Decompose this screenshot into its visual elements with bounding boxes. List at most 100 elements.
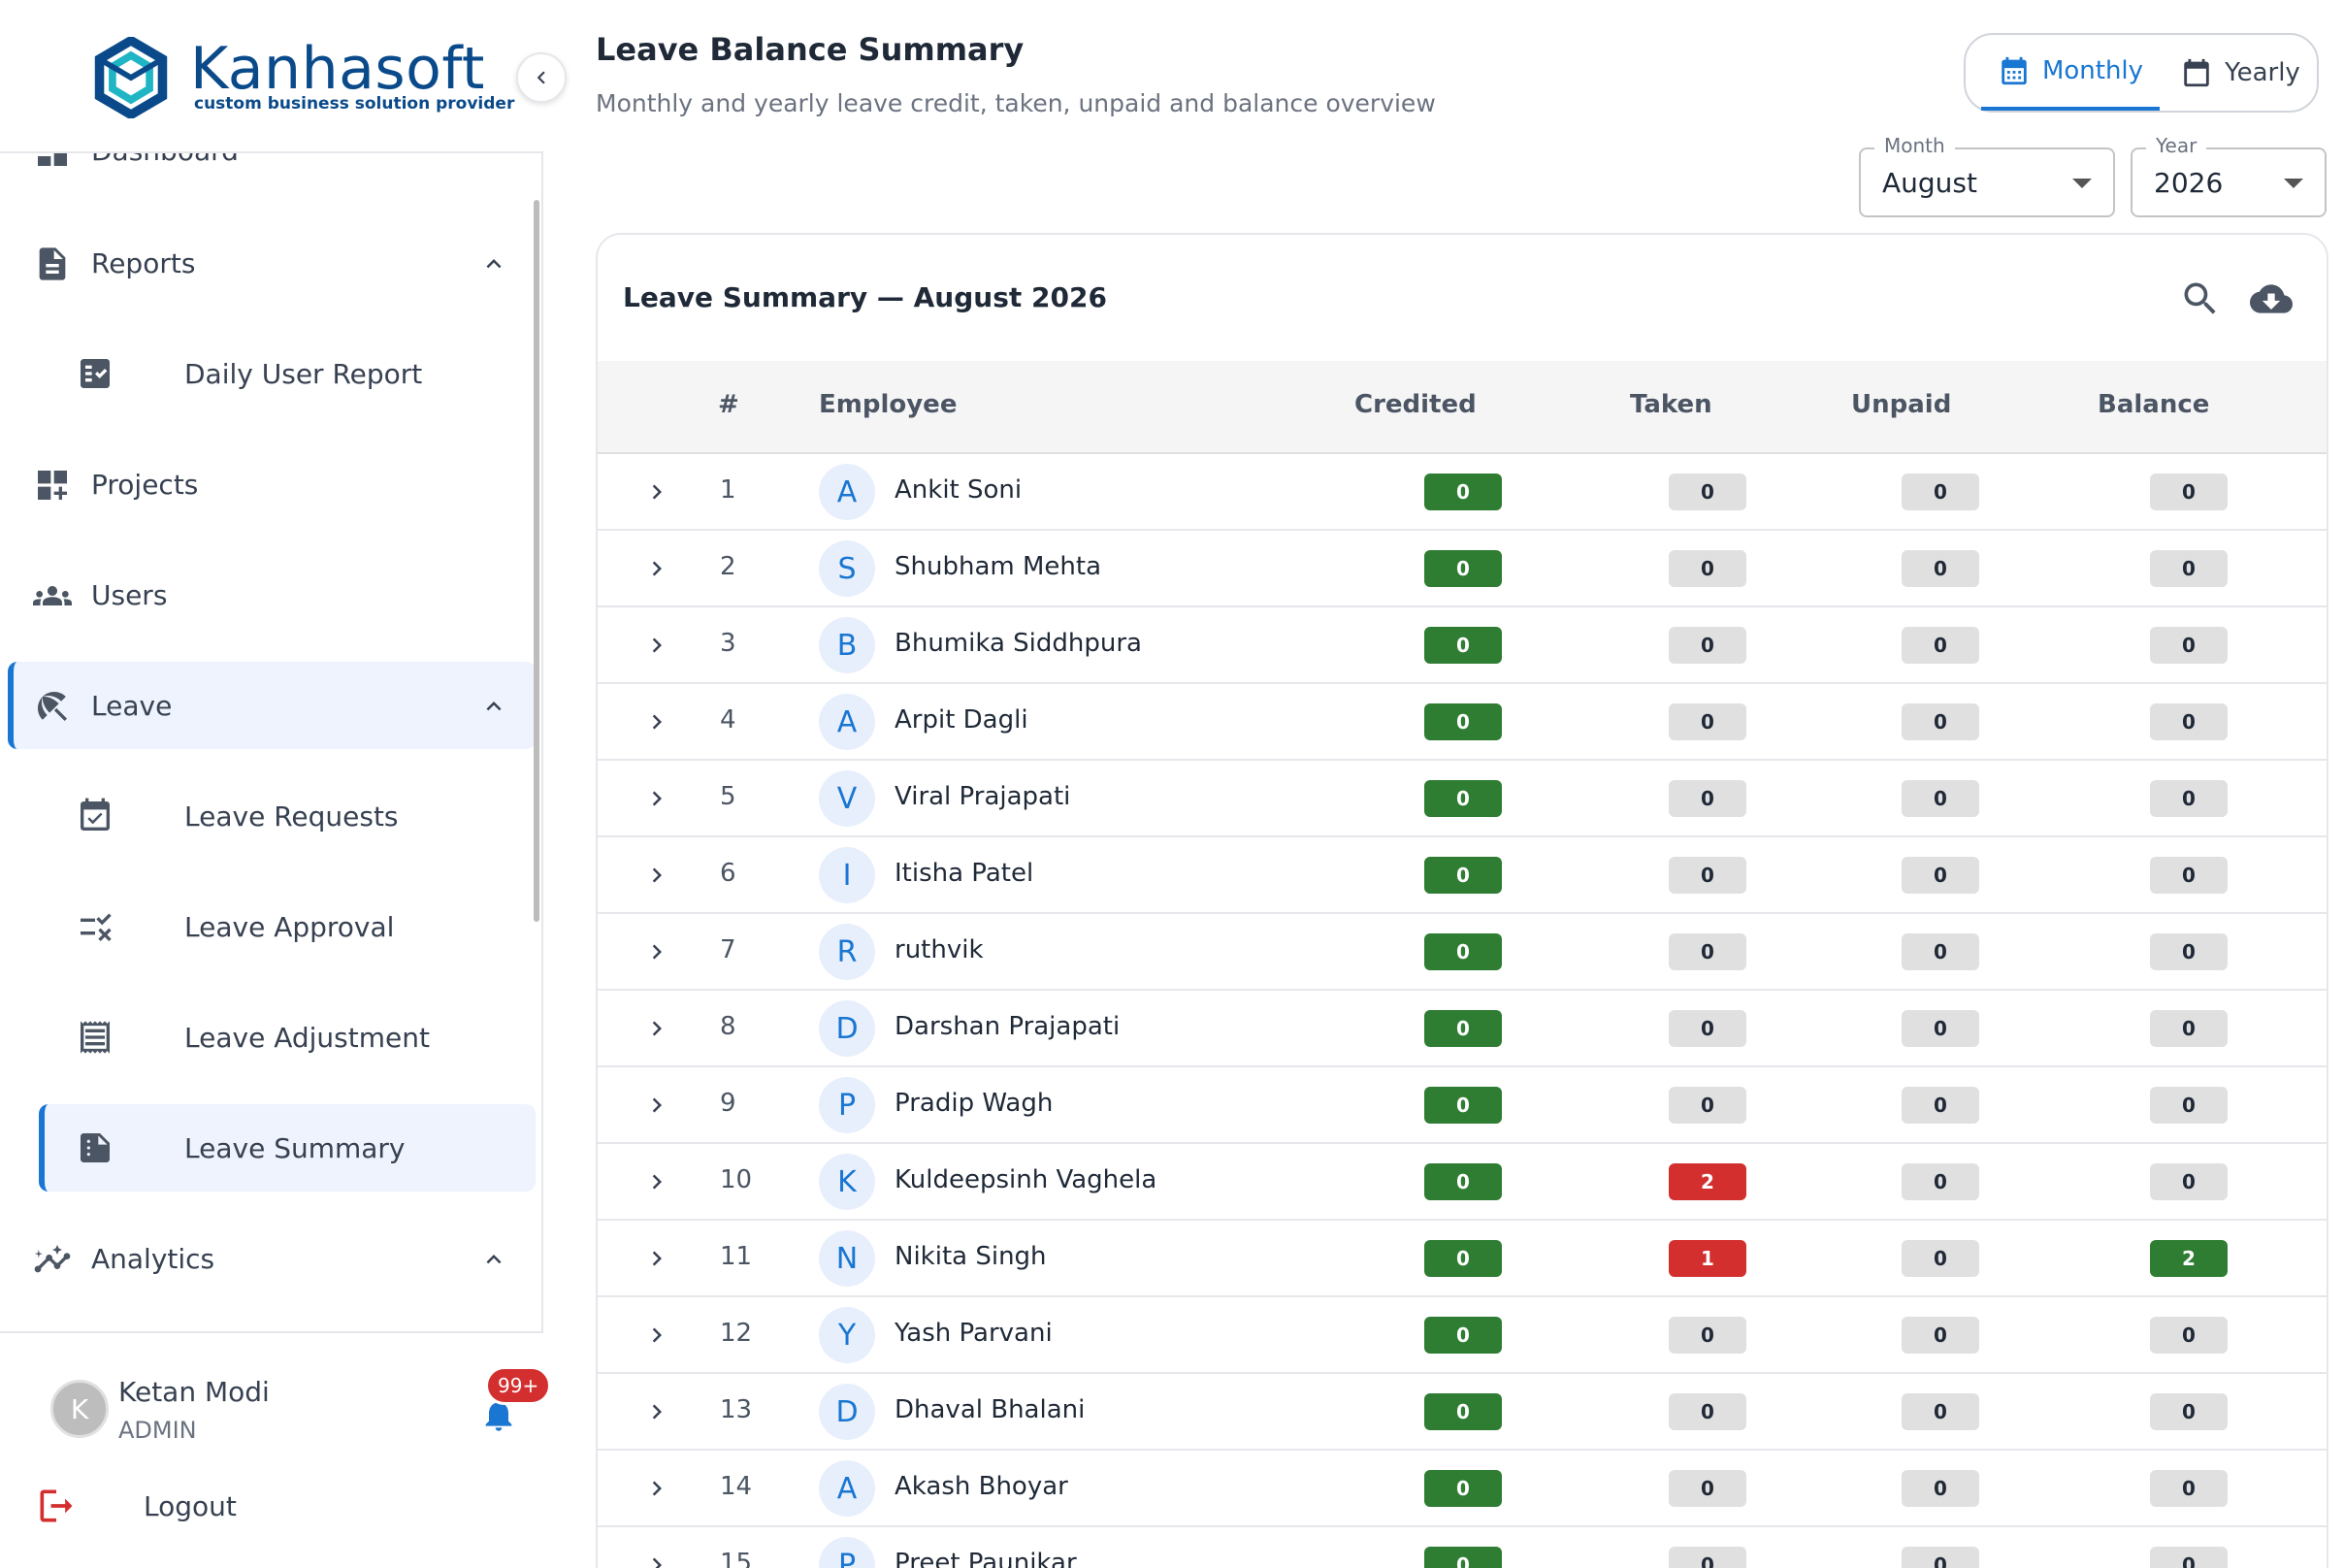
col-unpaid[interactable]: Unpaid bbox=[1851, 390, 1951, 419]
chevron-right-icon[interactable] bbox=[642, 1474, 671, 1503]
table-row[interactable]: 11 N Nikita Singh 0 1 0 2 bbox=[598, 1221, 2327, 1297]
sidebar-item-daily-user-report[interactable]: Daily User Report bbox=[39, 330, 536, 417]
credited-chip: 0 bbox=[1424, 1240, 1502, 1277]
table-row[interactable]: 12 Y Yash Parvani 0 0 0 0 bbox=[598, 1297, 2327, 1374]
sidebar-item-projects[interactable]: Projects bbox=[8, 441, 536, 528]
chevron-up-icon[interactable] bbox=[479, 692, 508, 721]
year-select[interactable]: Year 2026 bbox=[2131, 134, 2327, 217]
table-row[interactable]: 4 A Arpit Dagli 0 0 0 0 bbox=[598, 684, 2327, 761]
chevron-right-icon[interactable] bbox=[642, 1321, 671, 1350]
sidebar-scrollbar[interactable] bbox=[534, 200, 539, 922]
user-name: Ketan Modi bbox=[118, 1376, 270, 1408]
sidebar-item-label: Users bbox=[91, 578, 168, 611]
sidebar-item-leave-requests[interactable]: Leave Requests bbox=[39, 772, 536, 860]
chevron-right-icon[interactable] bbox=[642, 784, 671, 813]
row-number: 3 bbox=[720, 629, 736, 658]
leave-summary-card: Leave Summary — August 2026 # Employee C… bbox=[596, 233, 2328, 1568]
col-balance[interactable]: Balance bbox=[2098, 390, 2209, 419]
unpaid-chip: 0 bbox=[1902, 474, 1979, 510]
monthly-toggle-button[interactable]: Monthly bbox=[1981, 35, 2160, 111]
cloud-download-icon[interactable] bbox=[2247, 278, 2295, 320]
year-value: 2026 bbox=[2154, 167, 2224, 199]
table-row[interactable]: 13 D Dhaval Bhalani 0 0 0 0 bbox=[598, 1374, 2327, 1451]
balance-chip: 2 bbox=[2150, 1240, 2228, 1277]
unpaid-chip: 0 bbox=[1902, 1317, 1979, 1354]
chevron-up-icon[interactable] bbox=[479, 1245, 508, 1274]
sidebar-collapse-button[interactable] bbox=[516, 52, 567, 103]
sidebar-item-label: Daily User Report bbox=[184, 357, 423, 390]
chevron-right-icon[interactable] bbox=[642, 1014, 671, 1043]
year-label: Year bbox=[2146, 134, 2207, 157]
chevron-right-icon[interactable] bbox=[642, 1551, 671, 1568]
credited-chip: 0 bbox=[1424, 1393, 1502, 1430]
taken-chip: 0 bbox=[1669, 1470, 1746, 1507]
credited-chip: 0 bbox=[1424, 1010, 1502, 1047]
row-number: 1 bbox=[720, 475, 736, 505]
chevron-right-icon[interactable] bbox=[642, 1167, 671, 1196]
table-row[interactable]: 14 A Akash Bhoyar 0 0 0 0 bbox=[598, 1451, 2327, 1527]
chevron-right-icon[interactable] bbox=[642, 1244, 671, 1273]
month-label: Month bbox=[1874, 134, 1955, 157]
sidebar-item-users[interactable]: Users bbox=[8, 551, 536, 638]
logout-button[interactable]: Logout bbox=[144, 1490, 237, 1522]
chevron-right-icon[interactable] bbox=[642, 861, 671, 890]
sidebar-menu: Reports Daily User Report Projects Users… bbox=[0, 153, 543, 1331]
search-icon[interactable] bbox=[2179, 278, 2222, 320]
table-row[interactable]: 1 A Ankit Soni 0 0 0 0 bbox=[598, 454, 2327, 531]
sidebar-item-reports[interactable]: Reports bbox=[8, 219, 536, 307]
table-row[interactable]: 7 Rruthvik 0 0 0 0 bbox=[598, 914, 2327, 991]
sidebar-item-leave[interactable]: Leave bbox=[8, 662, 536, 749]
taken-chip: 0 bbox=[1669, 1317, 1746, 1354]
employee-avatar: A bbox=[819, 694, 875, 750]
table-row[interactable]: 5 V Viral Prajapati 0 0 0 0 bbox=[598, 761, 2327, 837]
chevron-right-icon[interactable] bbox=[642, 554, 671, 583]
table-row[interactable]: 3 B Bhumika Siddhpura 0 0 0 0 bbox=[598, 607, 2327, 684]
col-credited[interactable]: Credited bbox=[1354, 390, 1477, 419]
col-employee[interactable]: Employee bbox=[819, 390, 957, 419]
employee-avatar: N bbox=[819, 1230, 875, 1287]
chevron-up-icon[interactable] bbox=[479, 249, 508, 278]
row-number: 14 bbox=[720, 1472, 753, 1501]
sidebar-item-analytics[interactable]: Analytics bbox=[8, 1215, 536, 1302]
unpaid-chip: 0 bbox=[1902, 1470, 1979, 1507]
chevron-right-icon[interactable] bbox=[642, 477, 671, 506]
employee-avatar: D bbox=[819, 1384, 875, 1440]
table-row[interactable]: 15 P Preet Paunikar 0 0 0 0 bbox=[598, 1527, 2327, 1568]
credited-chip: 0 bbox=[1424, 857, 1502, 894]
taken-chip: 0 bbox=[1669, 1547, 1746, 1568]
taken-chip: 0 bbox=[1669, 474, 1746, 510]
taken-chip: 0 bbox=[1669, 703, 1746, 740]
row-number: 11 bbox=[720, 1242, 753, 1271]
balance-chip: 0 bbox=[2150, 550, 2228, 587]
employee-name: Ankit Soni bbox=[895, 475, 1023, 505]
employee-avatar: P bbox=[819, 1537, 875, 1568]
table-row[interactable]: 2 S Shubham Mehta 0 0 0 0 bbox=[598, 531, 2327, 607]
chevron-right-icon[interactable] bbox=[642, 707, 671, 736]
table-row[interactable]: 6 I Itisha Patel 0 0 0 0 bbox=[598, 837, 2327, 914]
employee-avatar: P bbox=[819, 1077, 875, 1133]
avatar[interactable]: K bbox=[50, 1380, 109, 1438]
chevron-right-icon[interactable] bbox=[642, 1091, 671, 1120]
sidebar-item-leave-approval[interactable]: Leave Approval bbox=[39, 883, 536, 970]
sidebar-item-leave-adjustment[interactable]: Leave Adjustment bbox=[39, 994, 536, 1081]
employee-name: Darshan Prajapati bbox=[895, 1012, 1121, 1041]
month-select[interactable]: Month August bbox=[1859, 134, 2115, 217]
logout-icon[interactable] bbox=[35, 1485, 78, 1527]
employee-avatar: V bbox=[819, 770, 875, 827]
employee-name: Nikita Singh bbox=[895, 1242, 1047, 1271]
table-row[interactable]: 9 P Pradip Wagh 0 0 0 0 bbox=[598, 1067, 2327, 1144]
chevron-right-icon[interactable] bbox=[642, 1397, 671, 1426]
col-taken[interactable]: Taken bbox=[1630, 390, 1712, 419]
balance-chip: 0 bbox=[2150, 627, 2228, 664]
sidebar-item-leave-summary[interactable]: Leave Summary bbox=[39, 1104, 536, 1192]
credited-chip: 0 bbox=[1424, 474, 1502, 510]
yearly-toggle-button[interactable]: Yearly bbox=[2169, 35, 2311, 111]
user-role: ADMIN bbox=[118, 1417, 197, 1444]
table-row[interactable]: 8 D Darshan Prajapati 0 0 0 0 bbox=[598, 991, 2327, 1067]
calendar-check-icon bbox=[81, 798, 110, 831]
balance-chip: 0 bbox=[2150, 780, 2228, 817]
chevron-right-icon[interactable] bbox=[642, 937, 671, 966]
taken-chip: 2 bbox=[1669, 1163, 1746, 1200]
table-row[interactable]: 10 K Kuldeepsinh Vaghela 0 2 0 0 bbox=[598, 1144, 2327, 1221]
chevron-right-icon[interactable] bbox=[642, 631, 671, 660]
